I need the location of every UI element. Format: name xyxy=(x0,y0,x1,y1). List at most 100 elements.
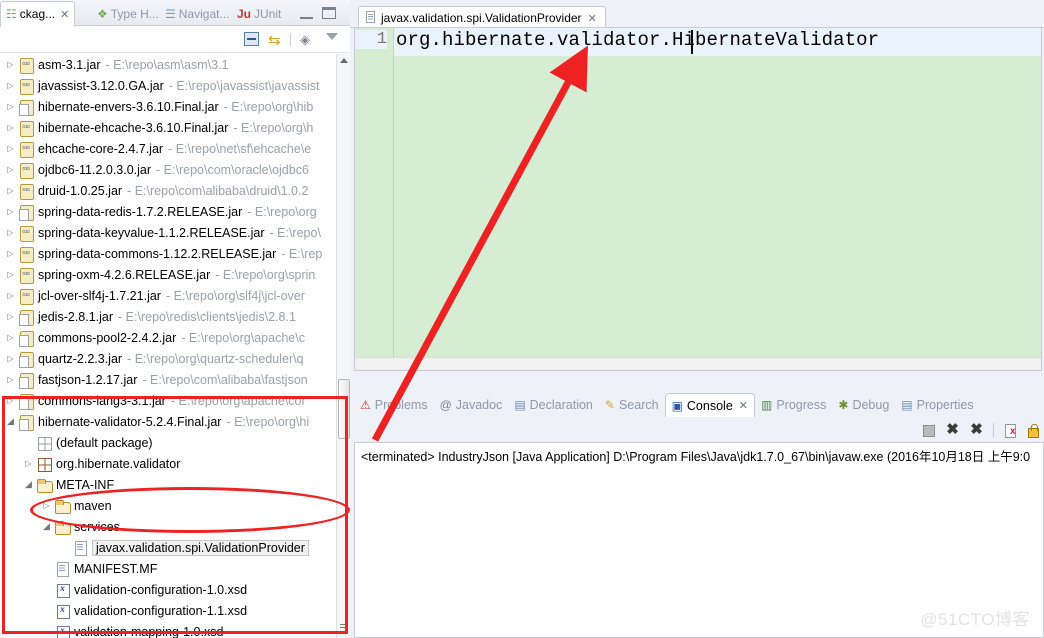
console-tab-label: Debug xyxy=(852,398,890,412)
scroll-up-arrow-icon[interactable] xyxy=(340,58,348,63)
editor-body[interactable]: 1 org.hibernate.validator.HibernateValid… xyxy=(354,28,1042,371)
console-tab-progress[interactable]: ▥ Progress xyxy=(755,394,832,416)
tree-item-label: validation-mapping-1.0.xsd xyxy=(74,624,224,638)
tree-expand-arrow-icon[interactable] xyxy=(4,250,17,258)
remove-all-launches-icon[interactable]: ✖ xyxy=(969,422,984,438)
tree-expand-arrow-icon[interactable] xyxy=(4,292,17,300)
close-icon[interactable]: ✕ xyxy=(588,12,597,25)
tree-expand-arrow-icon[interactable] xyxy=(40,502,53,510)
tree-item-label: javax.validation.spi.ValidationProvider xyxy=(92,539,309,556)
tree-expand-arrow-icon[interactable] xyxy=(4,271,17,279)
tree-item[interactable]: fastjson-1.2.17.jar - E:\repo\com\alibaba… xyxy=(0,369,335,390)
tree-item[interactable]: org.hibernate.validator xyxy=(0,453,335,474)
tab-junit[interactable]: Ju JUnit xyxy=(232,2,286,26)
maximize-button[interactable] xyxy=(322,7,336,19)
tab-validation-provider[interactable]: javax.validation.spi.ValidationProvider … xyxy=(358,6,606,29)
tree-expand-arrow-icon[interactable] xyxy=(4,82,17,90)
view-menu-icon[interactable] xyxy=(326,33,338,40)
package-explorer-tree[interactable]: asm-3.1.jar - E:\repo\asm\asm\3.1 javassis… xyxy=(0,54,335,638)
declaration-icon: ▤ xyxy=(514,398,526,412)
collapse-all-icon[interactable] xyxy=(244,32,259,46)
tree-item[interactable]: javax.validation.spi.ValidationProvider xyxy=(0,537,335,558)
tree-expand-arrow-icon[interactable] xyxy=(22,480,35,489)
tree-expand-arrow-icon[interactable] xyxy=(4,355,17,363)
tab-type-hierarchy[interactable]: ❖ Type H... xyxy=(92,2,164,26)
tree-expand-arrow-icon[interactable] xyxy=(4,166,17,174)
tree-expand-arrow-icon[interactable] xyxy=(40,522,53,531)
package-icon: ☷ xyxy=(6,7,17,21)
jar-icon xyxy=(17,288,35,305)
tab-navigator[interactable]: ☰ Navigat... xyxy=(160,2,234,26)
tree-expand-arrow-icon[interactable] xyxy=(4,208,17,216)
resize-grip-icon[interactable] xyxy=(340,624,348,630)
tree-item[interactable]: ojdbc6-11.2.0.3.0.jar - E:\repo\com\oracl… xyxy=(0,159,335,180)
editor-horizontal-scrollbar[interactable] xyxy=(355,357,1041,370)
tree-expand-arrow-icon[interactable] xyxy=(4,417,17,426)
tree-expand-arrow-icon[interactable] xyxy=(4,229,17,237)
tree-item[interactable]: validation-configuration-1.0.xsd xyxy=(0,579,335,600)
console-tab-properties[interactable]: ▤ Properties xyxy=(895,394,979,416)
console-tab-console[interactable]: ▣ Console ✕ xyxy=(664,393,755,417)
tree-item[interactable]: MANIFEST.MF xyxy=(0,558,335,579)
tree-item[interactable]: spring-data-keyvalue-1.1.2.RELEASE.jar - … xyxy=(0,222,335,243)
tree-item[interactable]: commons-pool2-2.4.2.jar - E:\repo\org\apa… xyxy=(0,327,335,348)
tree-item[interactable]: (default package) xyxy=(0,432,335,453)
console-tab-search[interactable]: ✎ Search xyxy=(599,394,665,416)
tree-expand-arrow-icon[interactable] xyxy=(4,103,17,111)
scroll-lock-icon[interactable] xyxy=(1027,423,1042,438)
jar-icon xyxy=(17,120,35,137)
scrollbar-thumb[interactable] xyxy=(338,379,350,439)
editor-code-line: org.hibernate.validator.HibernateValidat… xyxy=(396,29,880,51)
tree-item[interactable]: commons-lang3-3.1.jar - E:\repo\org\apach… xyxy=(0,390,335,411)
jar-icon xyxy=(17,57,35,74)
tree-expand-arrow-icon[interactable] xyxy=(4,334,17,342)
tree-expand-arrow-icon[interactable] xyxy=(4,376,17,384)
tree-item[interactable]: hibernate-validator-5.2.4.Final.jar - E:\… xyxy=(0,411,335,432)
tree-item[interactable]: validation-configuration-1.1.xsd xyxy=(0,600,335,621)
tree-item-label: spring-data-commons-1.12.2.RELEASE.jar xyxy=(38,246,277,261)
console-tab-problems[interactable]: ⚠ Problems xyxy=(354,394,434,416)
scroll-left-arrow-icon[interactable] xyxy=(413,361,418,369)
link-with-editor-icon[interactable]: ⇆ xyxy=(268,31,281,49)
tree-item[interactable]: services xyxy=(0,516,335,537)
tree-item[interactable]: hibernate-envers-3.6.10.Final.jar - E:\re… xyxy=(0,96,335,117)
editor-text-area[interactable]: org.hibernate.validator.HibernateValidat… xyxy=(394,28,1041,358)
tree-item-label: MANIFEST.MF xyxy=(74,561,158,576)
tree-item-path: - E:\repo\com\alibaba\fastjson xyxy=(142,372,308,387)
tree-item[interactable]: META-INF xyxy=(0,474,335,495)
tree-item[interactable]: druid-1.0.25.jar - E:\repo\com\alibaba\dr… xyxy=(0,180,335,201)
clear-console-icon[interactable] xyxy=(1003,423,1018,438)
debug-icon: ✱ xyxy=(838,398,849,412)
tree-item[interactable]: spring-data-commons-1.12.2.RELEASE.jar - … xyxy=(0,243,335,264)
tree-expand-arrow-icon[interactable] xyxy=(4,124,17,132)
tree-expand-arrow-icon[interactable] xyxy=(4,313,17,321)
view-filter-icon[interactable]: ◈ xyxy=(300,32,310,48)
tree-item[interactable]: spring-data-redis-1.7.2.RELEASE.jar - E:\… xyxy=(0,201,335,222)
tree-expand-arrow-icon[interactable] xyxy=(4,145,17,153)
tree-item[interactable]: javassist-3.12.0.GA.jar - E:\repo\javassi… xyxy=(0,75,335,96)
tree-expand-arrow-icon[interactable] xyxy=(22,460,35,468)
tree-item[interactable]: jcl-over-slf4j-1.7.21.jar - E:\repo\org\s… xyxy=(0,285,335,306)
tree-item[interactable]: jedis-2.8.1.jar - E:\repo\redis\clients\j… xyxy=(0,306,335,327)
tree-item[interactable]: maven xyxy=(0,495,335,516)
tree-item[interactable]: spring-oxm-4.2.6.RELEASE.jar - E:\repo\or… xyxy=(0,264,335,285)
tree-item[interactable]: quartz-2.2.3.jar - E:\repo\org\quartz-sch… xyxy=(0,348,335,369)
console-tab-declaration[interactable]: ▤ Declaration xyxy=(508,394,599,416)
minimize-button[interactable] xyxy=(300,10,313,19)
terminate-icon[interactable] xyxy=(921,423,936,438)
tree-item[interactable]: ehcache-core-2.4.7.jar - E:\repo\net\sf\e… xyxy=(0,138,335,159)
tree-item[interactable]: hibernate-ehcache-3.6.10.Final.jar - E:\r… xyxy=(0,117,335,138)
tab-package-explorer[interactable]: ☷ ckag... ✕ xyxy=(0,1,76,27)
tree-expand-arrow-icon[interactable] xyxy=(4,187,17,195)
tree-item[interactable]: validation-mapping-1.0.xsd xyxy=(0,621,335,638)
tree-expand-arrow-icon[interactable] xyxy=(4,61,17,69)
explorer-vertical-scrollbar[interactable] xyxy=(336,54,350,638)
console-tab-debug[interactable]: ✱ Debug xyxy=(832,394,895,416)
close-icon[interactable]: ✕ xyxy=(60,8,69,21)
close-icon[interactable]: ✕ xyxy=(739,399,748,412)
remove-launch-icon[interactable]: ✖ xyxy=(945,422,960,438)
console-tab-javadoc[interactable]: @ Javadoc xyxy=(434,394,509,416)
tree-item[interactable]: asm-3.1.jar - E:\repo\asm\asm\3.1 xyxy=(0,54,335,75)
tree-expand-arrow-icon[interactable] xyxy=(4,397,17,405)
jar-icon xyxy=(17,183,35,200)
